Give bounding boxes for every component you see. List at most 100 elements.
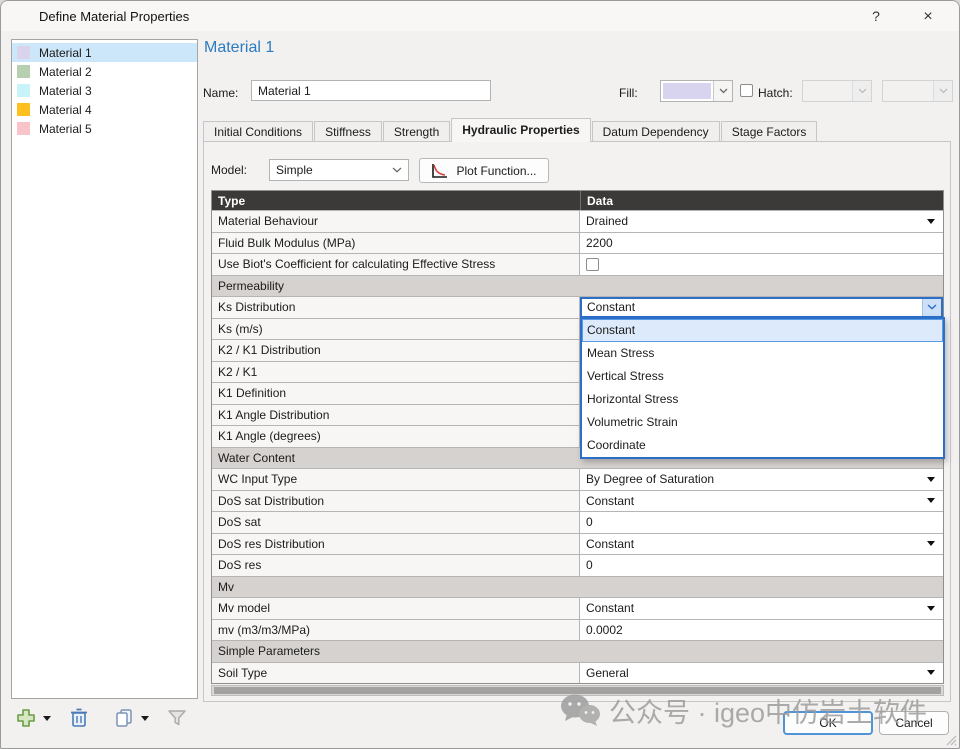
plot-function-button[interactable]: Plot Function... <box>419 158 549 183</box>
material-list-item[interactable]: Material 4 <box>12 100 197 119</box>
table-row: DoS sat 0 <box>212 511 943 533</box>
material-name-input[interactable] <box>251 80 491 101</box>
tab-strength[interactable]: Strength <box>383 121 450 142</box>
dropdown-option[interactable]: Vertical Stress <box>582 365 943 388</box>
chevron-down-icon[interactable] <box>922 299 941 316</box>
property-label-cell: mv (m3/m3/MPa) <box>212 620 580 641</box>
table-header: Type Data <box>212 191 943 210</box>
resize-grip[interactable] <box>943 732 957 746</box>
material-list-item[interactable]: Material 5 <box>12 119 197 138</box>
table-row: WC Input TypeBy Degree of Saturation <box>212 468 943 490</box>
help-button[interactable]: ? <box>859 5 893 28</box>
copy-material-menu-caret[interactable] <box>141 716 149 721</box>
tab-stage-factors[interactable]: Stage Factors <box>721 121 818 142</box>
copy-material-button[interactable] <box>113 707 149 729</box>
dropdown-option[interactable]: Volumetric Strain <box>582 411 943 434</box>
chevron-down-icon[interactable] <box>927 498 935 503</box>
filter-materials-button[interactable] <box>167 708 187 728</box>
ks-distribution-open-combobox[interactable]: Constant <box>580 297 943 318</box>
property-label-cell: Material Behaviour <box>212 211 580 232</box>
cancel-button[interactable]: Cancel <box>879 711 949 735</box>
model-dropdown[interactable]: Simple <box>269 159 409 181</box>
material-color-swatch <box>17 65 30 78</box>
property-label-cell: DoS sat <box>212 512 580 533</box>
add-material-menu-caret[interactable] <box>43 716 51 721</box>
material-color-swatch <box>17 46 30 59</box>
material-list-item[interactable]: Material 1 <box>12 43 197 62</box>
biot-coefficient-checkbox[interactable] <box>586 258 599 271</box>
property-value-cell[interactable]: Constant <box>580 598 943 619</box>
delete-material-button[interactable] <box>69 707 89 729</box>
property-value: Constant <box>586 494 634 508</box>
data-column-header: Data <box>580 191 943 210</box>
table-row: Fluid Bulk Modulus (MPa)2200 <box>212 232 943 254</box>
chevron-down-icon[interactable] <box>927 541 935 546</box>
hatch-pattern-dropdown <box>802 80 872 102</box>
ks-distribution-dropdown-list: ConstantMean StressVertical StressHorizo… <box>580 317 945 459</box>
property-label-cell: Ks (m/s) <box>212 319 580 340</box>
tab-stiffness[interactable]: Stiffness <box>314 121 382 142</box>
dropdown-option[interactable]: Mean Stress <box>582 342 943 365</box>
material-list-item[interactable]: Material 2 <box>12 62 197 81</box>
dropdown-option[interactable]: Coordinate <box>582 434 943 457</box>
table-section-header: Simple Parameters <box>212 640 943 662</box>
property-value[interactable]: 0 <box>586 515 593 529</box>
chevron-down-icon[interactable] <box>713 81 732 101</box>
hatch-checkbox[interactable] <box>740 84 753 97</box>
property-value-cell[interactable]: 2200 <box>580 233 943 254</box>
property-value[interactable]: 2200 <box>586 236 613 250</box>
tab-hydraulic-properties[interactable]: Hydraulic Properties <box>451 118 590 142</box>
property-value-cell[interactable]: 0 <box>580 512 943 533</box>
table-section-header: Mv <box>212 576 943 598</box>
plot-curve-icon <box>431 163 448 179</box>
dialog-title: Define Material Properties <box>39 9 189 24</box>
table-section-header: Permeability <box>212 275 943 297</box>
material-list-item[interactable]: Material 3 <box>12 81 197 100</box>
property-value-cell[interactable]: Constant <box>580 534 943 555</box>
property-value: General <box>586 666 629 680</box>
property-value-cell[interactable]: General <box>580 663 943 684</box>
property-value[interactable]: 0.0002 <box>586 623 623 637</box>
chevron-down-icon[interactable] <box>927 670 935 675</box>
dropdown-option[interactable]: Constant <box>582 319 943 342</box>
fill-color-dropdown[interactable] <box>660 80 733 102</box>
table-row: Use Biot's Coefficient for calculating E… <box>212 253 943 275</box>
add-material-button[interactable] <box>15 707 51 729</box>
tab-initial-conditions[interactable]: Initial Conditions <box>203 121 313 142</box>
tab-datum-dependency[interactable]: Datum Dependency <box>592 121 720 142</box>
chevron-down-icon[interactable] <box>927 477 935 482</box>
close-button[interactable]: × <box>911 5 945 28</box>
property-label-cell: Soil Type <box>212 663 580 684</box>
copy-icon <box>113 707 135 729</box>
ok-button[interactable]: OK <box>783 711 873 735</box>
property-value-cell[interactable] <box>580 254 943 275</box>
property-value: By Degree of Saturation <box>586 472 714 486</box>
property-label-cell: Ks Distribution <box>212 297 580 318</box>
chevron-down-icon <box>852 81 871 101</box>
chevron-down-icon[interactable] <box>927 606 935 611</box>
property-value-cell[interactable]: Drained <box>580 211 943 232</box>
property-label-cell: K1 Definition <box>212 383 580 404</box>
table-row: Material BehaviourDrained <box>212 210 943 232</box>
table-horizontal-scrollbar[interactable] <box>211 685 944 696</box>
property-value-cell[interactable]: Constant <box>580 297 943 318</box>
table-row: Ks DistributionConstant <box>212 296 943 318</box>
property-label-cell: K2 / K1 Distribution <box>212 340 580 361</box>
property-label-cell: DoS res Distribution <box>212 534 580 555</box>
fill-color-swatch <box>663 83 711 99</box>
property-tabs: Initial ConditionsStiffnessStrengthHydra… <box>203 118 818 142</box>
trash-icon <box>69 707 89 729</box>
property-value-cell[interactable]: 0.0002 <box>580 620 943 641</box>
material-color-swatch <box>17 84 30 97</box>
table-row: DoS res0 <box>212 554 943 576</box>
property-value[interactable]: 0 <box>586 558 593 572</box>
selected-material-title: Material 1 <box>204 39 274 57</box>
dropdown-option[interactable]: Horizontal Stress <box>582 388 943 411</box>
property-label-cell: K1 Angle Distribution <box>212 405 580 426</box>
property-value-cell[interactable]: Constant <box>580 491 943 512</box>
property-value-cell[interactable]: 0 <box>580 555 943 576</box>
material-item-label: Material 2 <box>39 65 92 79</box>
materials-list: Material 1 Material 2 Material 3Material 4… <box>11 39 198 699</box>
chevron-down-icon[interactable] <box>927 219 935 224</box>
property-value-cell[interactable]: By Degree of Saturation <box>580 469 943 490</box>
